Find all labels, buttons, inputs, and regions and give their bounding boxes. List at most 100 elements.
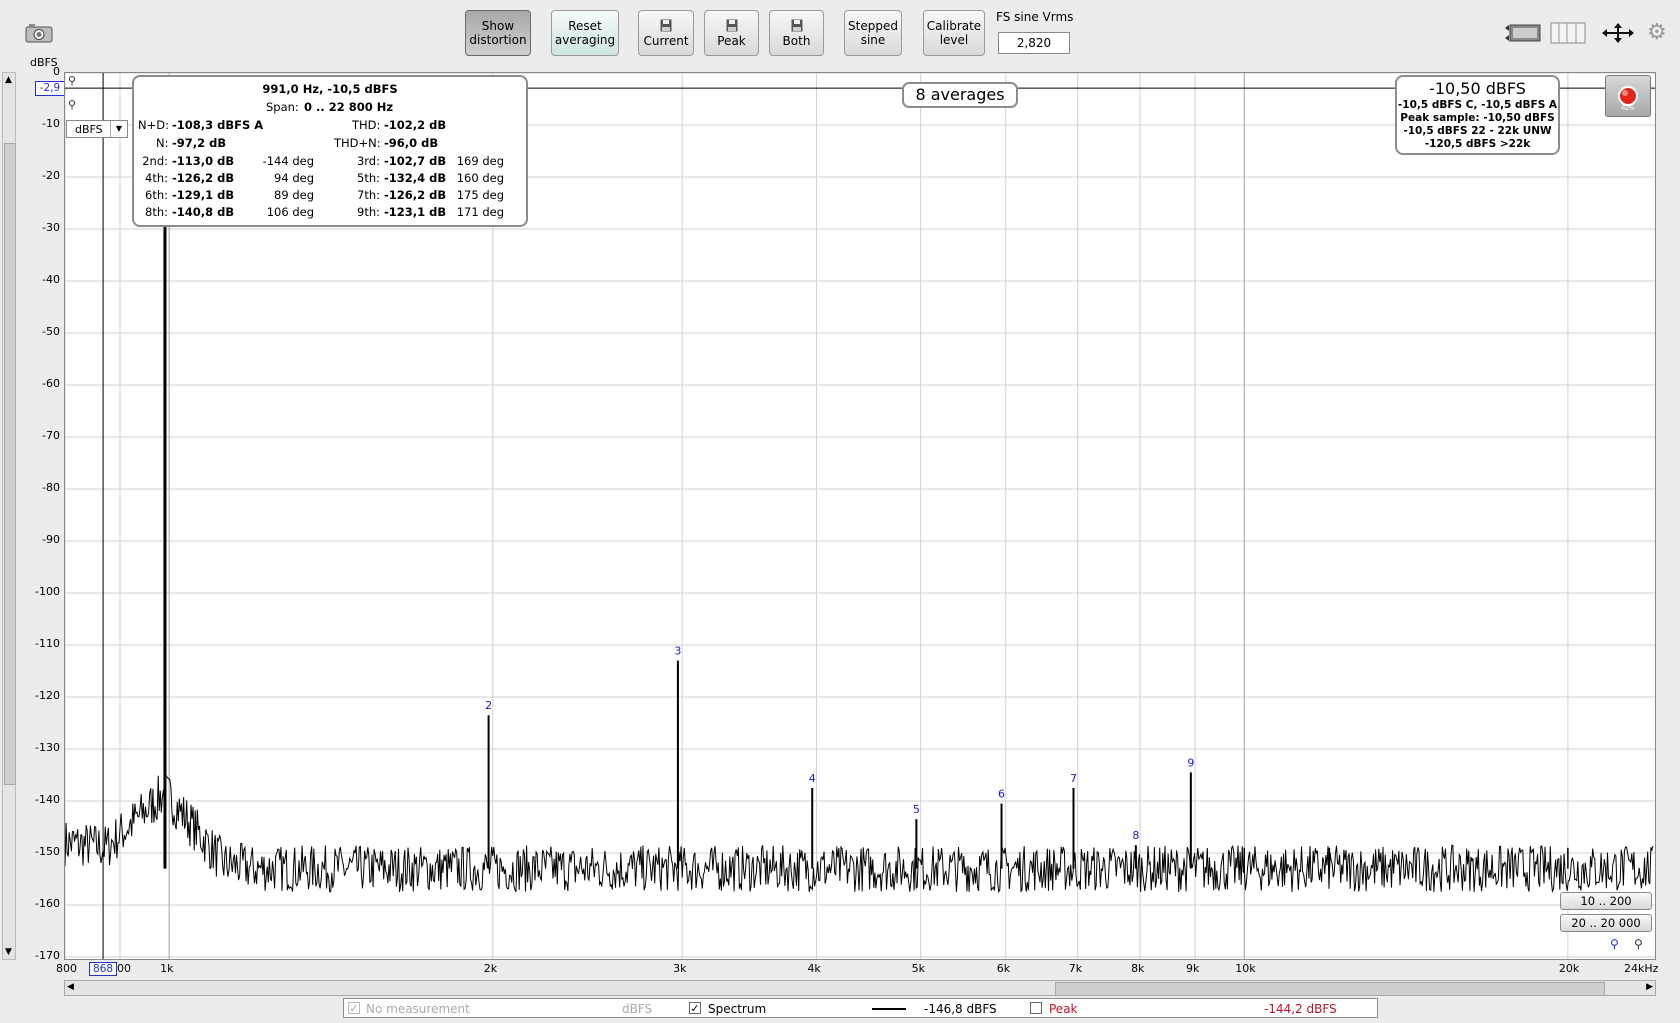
no-measurement-unit: dBFS [622,1002,653,1016]
units-dropdown[interactable]: dBFS ▼ [66,120,128,138]
harmonic-marker: 6 [998,788,1005,801]
x-tick-label: 10k [1235,962,1256,975]
range-10-200-button[interactable]: 10 .. 200 [1560,892,1652,910]
nd-value: -108,3 dBFS A [172,118,264,132]
nd-label: N+D: [138,118,169,132]
harmonic-label: 2nd: [142,154,168,168]
level-line2: Peak sample: -10,50 dBFS [1400,112,1555,124]
harmonic-phase: 89 deg [274,188,314,202]
averages-label: 8 averages [915,85,1005,104]
level-line3: -10,5 dBFS 22 - 22k UNW [1403,125,1552,137]
level-main: -10,50 dBFS [1429,79,1526,98]
scroll-right-arrow[interactable]: ▶ [1646,982,1653,992]
harmonic-value: -126,2 dB [384,188,447,202]
harmonic-marker: 7 [1070,772,1077,785]
calibrate-level-button[interactable]: Calibrate level [923,10,985,56]
columns-icon[interactable] [1550,22,1586,44]
record-percent: 62% [1621,105,1635,112]
save-current-button[interactable]: Current [638,10,694,56]
harmonic-marker: 8 [1132,829,1139,842]
no-measurement-checkbox: ✓ [348,1002,360,1015]
horizontal-scroll-thumb[interactable] [1055,982,1605,996]
harmonic-label: 9th: [357,205,380,219]
harmonic-label: 6th: [145,188,168,202]
harmonic-label: 4th: [145,171,168,185]
save-both-button[interactable]: Both [769,10,824,56]
fit-arrows-icon[interactable] [1600,21,1636,45]
thdn-label: THD+N: [334,136,381,150]
record-button[interactable]: 62% [1605,75,1651,117]
vertical-scrollbar[interactable]: ▲ ▼ [2,72,16,960]
peak-checkbox[interactable] [1030,1002,1042,1014]
zoom-out-icon[interactable]: ⚲ [68,98,76,111]
n-label: N: [156,136,169,150]
harmonic-phase: 175 deg [456,188,504,202]
save-current-label: Current [643,33,689,48]
spectrum-checkbox[interactable]: ✓ [689,1002,701,1014]
save-both-label: Both [782,33,811,48]
scroll-down-arrow[interactable]: ▼ [5,947,12,957]
reset-averaging-button[interactable]: Reset averaging [551,10,619,56]
fs-sine-vrms-input[interactable]: 2,820 [998,32,1070,54]
harmonic-marker: 5 [913,803,920,816]
peak-value: -144,2 dBFS [1264,1002,1337,1016]
spectrum-value: -146,8 dBFS [924,1002,997,1016]
camera-icon[interactable] [24,22,54,44]
harmonic-value: -129,1 dB [172,188,235,202]
units-dropdown-value: dBFS [75,123,103,136]
zoom-in-icon[interactable]: ⚲ [1634,937,1643,951]
gear-icon[interactable]: ⚙ [1647,22,1669,44]
harmonic-label: 3rd: [356,154,380,168]
harmonic-marker: 4 [809,772,816,785]
harmonic-marker: 9 [1187,756,1194,769]
harmonic-value: -140,8 dB [172,205,235,219]
scroll-left-arrow[interactable]: ◀ [67,982,74,992]
calibrate-level-label: Calibrate level [926,19,982,47]
x-marker-box[interactable]: 868 [89,962,117,976]
save-icon [726,19,737,31]
show-distortion-label: Show distortion [469,19,527,47]
harmonic-value: -113,0 dB [172,154,235,168]
harmonic-phase: 160 deg [456,171,504,185]
harmonic-value: -102,7 dB [384,154,447,168]
thdn-value: -96,0 dB [384,136,439,150]
harmonic-value: -123,1 dB [384,205,447,219]
x-tick-label: 7k [1068,962,1083,975]
level-panel: -10,50 dBFS -10,5 dBFS C, -10,5 dBFS A P… [1395,75,1560,155]
zoom-out-icon[interactable]: ⚲ [1610,937,1619,951]
legend-bar: ✓ No measurement dBFS ✓ Spectrum -146,8 … [343,998,1378,1018]
x-tick-label: 1k [160,962,174,975]
no-measurement-label: No measurement [366,1002,470,1016]
stepped-sine-button[interactable]: Stepped sine [844,10,902,56]
x-tick-label: 20k [1558,962,1580,975]
distortion-panel: 991,0 Hz, -10,5 dBFS Span: 0 .. 22 800 H… [132,75,528,227]
vertical-scroll-thumb[interactable] [4,143,16,785]
x-tick-label: 6k [996,962,1011,975]
chevron-down-icon: ▼ [110,121,127,137]
harmonic-phase: 169 deg [456,154,504,168]
span-label: Span: [266,100,299,114]
spectrum-line-swatch [872,1008,906,1010]
x-tick-label: 2k [483,962,498,975]
x-marker-suffix: 00 [117,962,131,975]
harmonic-label: 7th: [357,188,380,202]
scroll-up-arrow[interactable]: ▲ [5,75,12,85]
range-20-20000-button[interactable]: 20 .. 20 000 [1560,914,1652,932]
harmonic-label: 5th: [357,171,380,185]
harmonic-phase: 94 deg [274,171,314,185]
show-distortion-button[interactable]: Show distortion [465,10,531,56]
harmonic-value: -132,4 dB [384,171,447,185]
x-tick-label: 24kHz [1624,962,1659,975]
window-layout-icon[interactable] [1504,22,1542,44]
save-peak-button[interactable]: Peak [704,10,759,56]
harmonic-phase: -144 deg [262,154,314,168]
y-marker-box[interactable]: -2,9 [35,81,65,96]
save-icon [660,19,672,31]
n-value: -97,2 dB [172,136,227,150]
spectrum-label: Spectrum [708,1002,767,1016]
span-value: 0 .. 22 800 Hz [304,100,394,114]
harmonic-phase: 171 deg [456,205,504,219]
zoom-in-icon[interactable]: ⚲ [68,74,76,87]
x-tick-label: 9k [1186,962,1200,975]
horizontal-scrollbar[interactable]: ◀ ▶ [64,980,1656,996]
